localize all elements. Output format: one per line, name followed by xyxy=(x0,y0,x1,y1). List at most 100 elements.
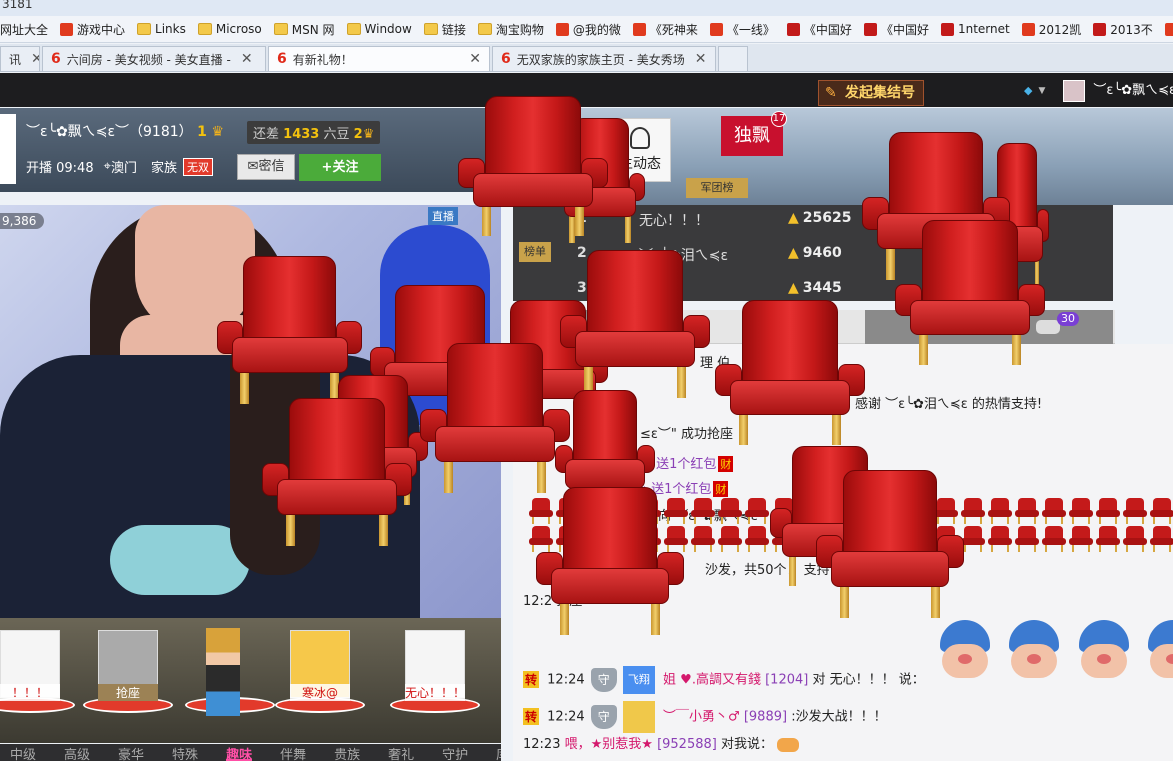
bookmark-item[interactable]: 链接 xyxy=(423,21,466,38)
gift-tab[interactable]: 趣味 xyxy=(226,744,253,761)
bookmark-item[interactable]: 游戏中心 xyxy=(60,21,125,38)
gift-tab[interactable]: 伴舞 xyxy=(280,744,306,761)
folder-icon xyxy=(477,23,492,35)
chat-uid[interactable]: [952588] xyxy=(657,737,717,752)
ranking-tab[interactable]: 榜单 xyxy=(519,242,551,262)
user-menu[interactable]: ◆ ▼ ︶ε╰✿飘ㄟ≼ε︶ xyxy=(1024,80,1173,102)
close-icon[interactable]: ✕ xyxy=(469,51,481,67)
play-icon xyxy=(863,22,877,36)
emoji-icon xyxy=(777,737,800,752)
chair-gift-icon xyxy=(816,470,964,618)
gnome-mascot-icon xyxy=(1073,620,1135,686)
chair-gift-icon xyxy=(715,300,865,445)
chat-user[interactable]: 喂，★别惹我★ xyxy=(565,737,653,752)
chat-uid[interactable]: [9889] xyxy=(744,710,787,725)
six-logo-icon: 6 xyxy=(501,51,511,67)
mini-chair-icon xyxy=(1149,526,1173,552)
bookmark-label: 《中国好 xyxy=(803,22,852,37)
red-packet-icon[interactable]: 财 xyxy=(713,481,729,497)
rank-value-wrap: ▲ 3445 xyxy=(788,280,842,296)
bookmark-label: MSN 网 xyxy=(291,22,335,37)
gift-tab[interactable]: 贵族 xyxy=(334,744,360,761)
bookmark-item[interactable]: MSN 网 xyxy=(273,21,335,38)
coin-icon: ▲ xyxy=(788,245,799,261)
bookmark-item[interactable]: 淘宝购物 xyxy=(477,21,544,38)
folder-icon xyxy=(273,23,288,35)
shirt-print xyxy=(110,525,250,595)
close-icon[interactable]: ✕ xyxy=(695,51,707,67)
bookmark-item[interactable]: 《死神来 xyxy=(632,21,698,38)
gift-tab[interactable]: 中级 xyxy=(10,744,36,761)
bookmark-item[interactable]: 2012凯 xyxy=(1021,21,1082,38)
bookmark-item[interactable]: 网址大全 xyxy=(0,21,48,38)
chat-uid[interactable]: [1204] xyxy=(765,673,808,688)
gather-label: 发起集结号 xyxy=(845,85,915,101)
bookmark-item[interactable]: 《中国好 xyxy=(786,21,852,38)
bookmark-label: 链接 xyxy=(441,22,466,37)
six-logo-icon: 6 xyxy=(277,51,287,67)
chat-message: 转 12:24 守 ︶￣小勇丶♂ [9889] :沙发大战！！！ xyxy=(523,701,887,733)
level-progress: 还差 1433 六豆 2♛ xyxy=(247,121,381,144)
gift-tab[interactable]: 奢礼 xyxy=(388,744,414,761)
chair-gift-icon xyxy=(458,96,608,236)
gift-tab[interactable]: 守护 xyxy=(442,744,468,761)
chat-time: 12:24 xyxy=(547,709,585,725)
mini-chair-icon xyxy=(1014,526,1040,552)
mini-chair-icon xyxy=(1149,498,1173,524)
chat-target: 对 无心！！！ 说： xyxy=(812,672,925,688)
mini-chair-icon xyxy=(690,526,716,552)
bookmark-label: 2012凯 xyxy=(1038,22,1082,37)
bookmark-item[interactable]: Microso xyxy=(197,22,262,36)
anchor-name-row: ︶ε╰✿飘ㄟ≼ε︶（9181） 1 ♛ xyxy=(26,121,224,141)
chat-user[interactable]: 姐 ♥.高調又有錢 xyxy=(663,673,761,688)
folder-icon xyxy=(197,23,212,35)
crown-icon: ♛ xyxy=(211,124,224,140)
tab-4[interactable]: 6 无双家族的家族主页 - 美女秀场 ✕ xyxy=(492,46,716,71)
balloon-icon xyxy=(1164,22,1173,36)
chair-gift-icon xyxy=(560,250,710,398)
gather-button[interactable]: ✎ 发起集结号 xyxy=(818,80,924,106)
gift-tab[interactable]: 豪华 xyxy=(118,744,144,761)
anchor-name: ︶ε╰✿飘ㄟ≼ε︶（9181） xyxy=(26,124,193,140)
mini-chair-icon xyxy=(1122,498,1148,524)
viewer-count: 9,386 xyxy=(0,213,45,229)
red-packet-icon[interactable]: 财 xyxy=(718,456,734,472)
mini-chair-icon xyxy=(987,498,1013,524)
bookmark-label: 游戏中心 xyxy=(77,22,126,37)
bookmark-item[interactable]: 7k xyxy=(1164,22,1173,36)
rank-value: 9460 xyxy=(802,245,842,261)
gift-tab[interactable]: 高级 xyxy=(64,744,90,761)
bookmark-item[interactable]: 《一线》 xyxy=(709,21,775,38)
tab-3[interactable]: 6 有新礼物！ ✕ xyxy=(268,46,490,71)
follow-button[interactable]: +关注 xyxy=(299,154,381,181)
gift-tab[interactable]: 特殊 xyxy=(172,744,198,761)
next-level: 2 xyxy=(353,127,363,142)
character-avatar[interactable] xyxy=(206,628,240,716)
chair-gift-icon xyxy=(895,220,1045,365)
message-label: 密信 xyxy=(258,159,285,174)
mini-chair-icon xyxy=(744,526,770,552)
family-tag[interactable]: 无双 xyxy=(182,157,213,176)
close-icon[interactable]: ✕ xyxy=(31,51,39,67)
location: 澳门 xyxy=(110,161,137,176)
anchor-avatar[interactable] xyxy=(0,114,16,184)
bookmark-item[interactable]: @我的微 xyxy=(555,21,621,38)
new-tab-button[interactable] xyxy=(718,46,748,71)
bookmark-item[interactable]: 《中国好 xyxy=(863,21,929,38)
bookmark-item[interactable]: 1nternet xyxy=(940,22,1010,36)
tab-2[interactable]: 6 六间房 - 美女视频 - 美女直播 - ✕ xyxy=(42,46,266,71)
anchor-level: 1 xyxy=(197,124,207,140)
army-ranking-button[interactable]: 军团榜 xyxy=(686,178,748,198)
bookmark-item[interactable]: 2013不 xyxy=(1093,21,1153,38)
chair-gift-icon xyxy=(262,398,412,546)
forward-badge[interactable]: 转 xyxy=(523,670,540,688)
bookmark-item[interactable]: Window xyxy=(346,22,412,36)
close-icon[interactable]: ✕ xyxy=(241,51,253,67)
forward-badge[interactable]: 转 xyxy=(523,707,540,725)
bookmark-item[interactable]: Links xyxy=(137,22,186,36)
message-button[interactable]: ✉密信 xyxy=(237,154,295,180)
tab-1[interactable]: 讯✕ xyxy=(0,46,40,71)
chat-user[interactable]: ︶￣小勇丶♂ xyxy=(663,710,740,725)
gift-tab[interactable]: 库存 xyxy=(496,744,501,761)
horn-icon: ✎ xyxy=(825,85,837,101)
